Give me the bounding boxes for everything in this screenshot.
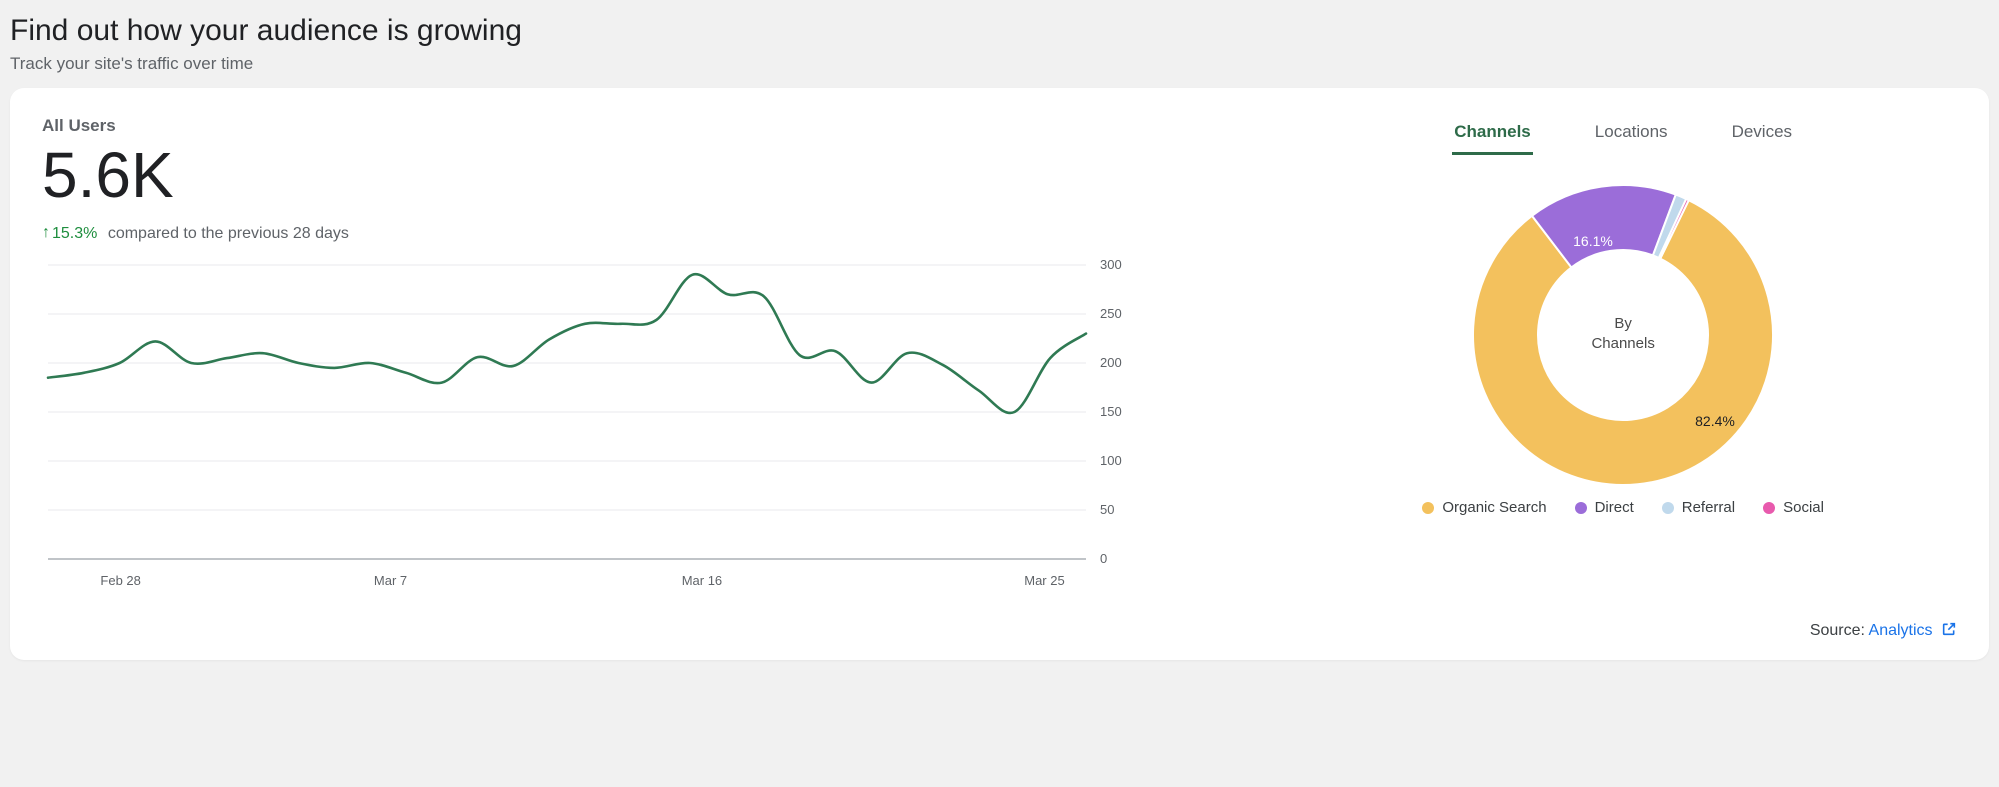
swatch-icon	[1763, 502, 1775, 514]
delta-suffix: compared to the previous 28 days	[108, 225, 349, 242]
legend-item-organic: Organic Search	[1422, 499, 1546, 516]
svg-text:100: 100	[1100, 453, 1122, 468]
legend-item-direct: Direct	[1575, 499, 1634, 516]
donut-center-label: By Channels	[1591, 314, 1654, 355]
svg-text:Mar 25: Mar 25	[1024, 573, 1064, 588]
line-chart: 0 50 100 150 200 250 300 Feb 28 Mar 7 Mar 16 Mar 2…	[42, 259, 1229, 599]
page-title: Find out how your audience is growing	[10, 14, 1989, 48]
legend-item-social: Social	[1763, 499, 1824, 516]
donut-slice-label-organic: 82.4%	[1695, 413, 1735, 429]
donut-chart: By Channels 16.1% 82.4%	[1433, 175, 1813, 495]
source-link[interactable]: Analytics	[1869, 622, 1957, 639]
line-chart-svg: 0 50 100 150 200 250 300 Feb 28 Mar 7 Mar 16 Mar 2…	[42, 259, 1142, 599]
svg-text:Feb 28: Feb 28	[100, 573, 140, 588]
page-subtitle: Track your site's traffic over time	[10, 54, 1989, 74]
swatch-icon	[1662, 502, 1674, 514]
delta-value: ↑15.3%	[42, 225, 102, 242]
breakdown-tabs: Channels Locations Devices	[1452, 116, 1794, 155]
svg-text:Mar 7: Mar 7	[374, 573, 407, 588]
legend-item-referral: Referral	[1662, 499, 1735, 516]
swatch-icon	[1575, 502, 1587, 514]
svg-text:250: 250	[1100, 306, 1122, 321]
tab-channels[interactable]: Channels	[1452, 116, 1533, 155]
source-row: Source: Analytics	[42, 621, 1957, 640]
svg-text:300: 300	[1100, 259, 1122, 272]
external-link-icon	[1941, 621, 1957, 637]
donut-legend: Organic Search Direct Referral Social	[1422, 499, 1824, 516]
svg-text:50: 50	[1100, 502, 1114, 517]
donut-slice-label-direct: 16.1%	[1573, 233, 1613, 249]
swatch-icon	[1422, 502, 1434, 514]
tab-devices[interactable]: Devices	[1730, 116, 1794, 155]
delta-row: ↑15.3% compared to the previous 28 days	[42, 225, 1229, 243]
arrow-up-icon: ↑	[42, 224, 50, 242]
svg-text:150: 150	[1100, 404, 1122, 419]
svg-text:Mar 16: Mar 16	[682, 573, 722, 588]
audience-card: All Users 5.6K ↑15.3% compared to the pr…	[10, 88, 1989, 660]
metric-value: 5.6K	[42, 142, 1229, 209]
svg-text:0: 0	[1100, 551, 1107, 566]
tab-locations[interactable]: Locations	[1593, 116, 1670, 155]
metric-label: All Users	[42, 116, 1229, 136]
svg-text:200: 200	[1100, 355, 1122, 370]
